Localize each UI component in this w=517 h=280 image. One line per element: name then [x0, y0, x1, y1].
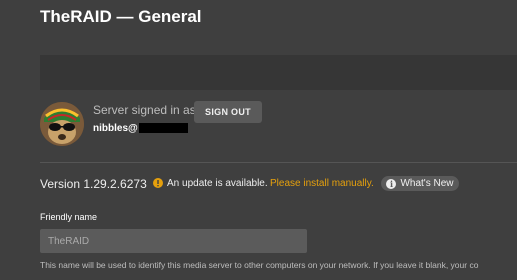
version-label: Version 1.29.2.6273: [40, 177, 147, 191]
info-icon: i: [386, 178, 397, 189]
divider: [40, 162, 517, 163]
page-title: TheRAID — General: [40, 7, 202, 26]
redacted-email: [138, 123, 188, 133]
avatar: [40, 102, 84, 146]
username: nibbles@: [93, 122, 138, 134]
warning-icon: [153, 178, 163, 188]
update-available-text: An update is available.: [167, 178, 268, 189]
sign-out-button[interactable]: SIGN OUT: [194, 101, 262, 123]
friendly-name-help-text: This name will be used to identify this …: [40, 260, 479, 270]
signed-in-label: Server signed in as: [93, 103, 196, 117]
username-row: nibbles@: [93, 122, 188, 134]
friendly-name-input[interactable]: [40, 229, 307, 253]
whats-new-button[interactable]: i What's New: [381, 176, 459, 191]
friendly-name-label: Friendly name: [40, 212, 98, 222]
whats-new-label: What's New: [400, 178, 454, 189]
install-manually-link[interactable]: Please install manually.: [270, 178, 374, 189]
banner-area: [40, 55, 517, 90]
